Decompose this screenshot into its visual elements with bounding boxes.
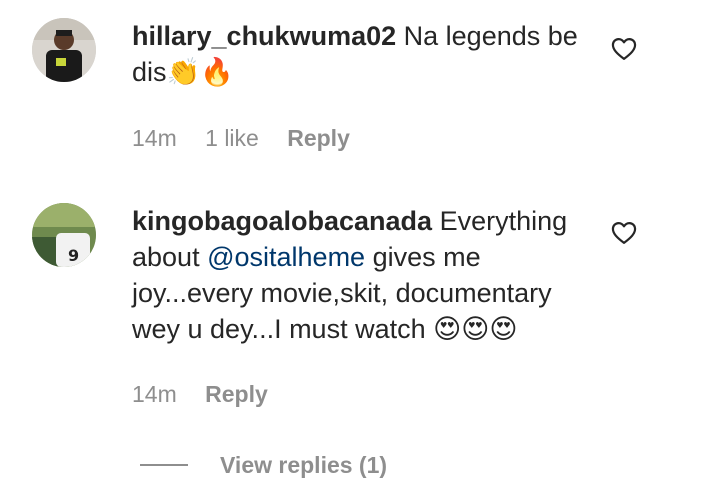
comment-emojis: 👏🔥 — [166, 57, 234, 88]
comment-text: hillary_chukwuma02 Na legends be dis👏🔥 — [132, 18, 582, 91]
comment-username[interactable]: hillary_chukwuma02 — [132, 21, 396, 51]
comment-emojis: 😍😍😍 — [433, 314, 518, 345]
view-replies-label: View replies (1) — [220, 451, 388, 478]
divider-line — [140, 464, 188, 466]
mention-link[interactable]: @ositalheme — [207, 242, 365, 272]
comment-text: kingobagoalobacanada Everything about @o… — [132, 203, 582, 348]
heart-outline-icon[interactable] — [610, 219, 638, 247]
reply-button[interactable]: Reply — [205, 381, 268, 407]
svg-text:9: 9 — [68, 246, 79, 265]
heart-outline-icon[interactable] — [610, 35, 638, 63]
view-replies-button[interactable]: View replies (1) — [140, 450, 387, 480]
avatar[interactable] — [32, 18, 96, 82]
comment-meta: 14m Reply — [132, 380, 290, 408]
comment-meta: 14m 1 like Reply — [132, 124, 372, 152]
comments-page: hillary_chukwuma02 Na legends be dis👏🔥 1… — [0, 0, 720, 490]
reply-button[interactable]: Reply — [287, 125, 350, 151]
comment-username[interactable]: kingobagoalobacanada — [132, 206, 432, 236]
avatar[interactable]: 9 — [32, 203, 96, 267]
comment-likes[interactable]: 1 like — [205, 125, 259, 151]
comment-time: 14m — [132, 381, 177, 407]
comment-time: 14m — [132, 125, 177, 151]
